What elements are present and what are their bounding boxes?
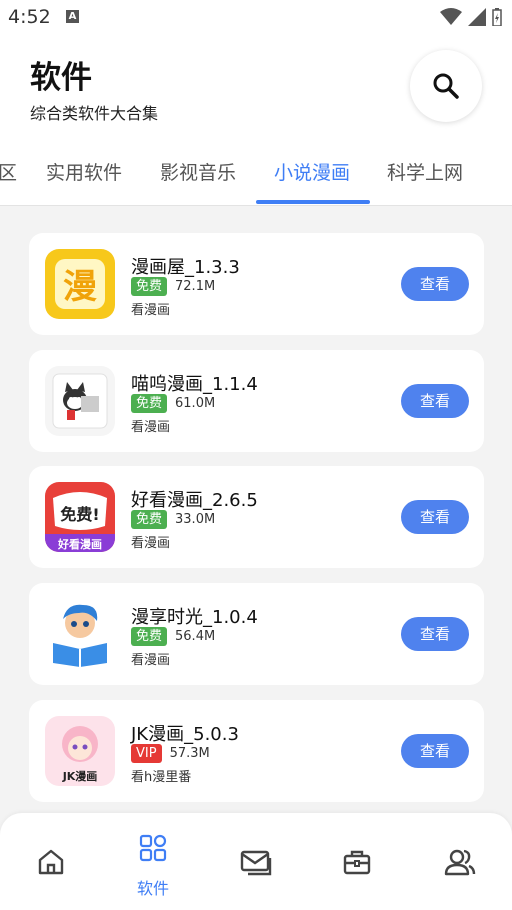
toolbox-icon (343, 850, 371, 875)
app-card[interactable]: 喵呜漫画_1.1.4 免费 61.0M 看漫画 查看 (29, 350, 484, 452)
app-name: 漫享时光_1.0.4 (131, 607, 258, 628)
tab-video-music[interactable]: 影视音乐 (160, 158, 236, 185)
app-category: 看漫画 (131, 303, 171, 318)
bottom-nav: 软件 (0, 813, 512, 910)
price-badge: 免费 (131, 277, 168, 296)
wifi-icon (440, 8, 462, 25)
vip-badge: VIP (131, 744, 162, 763)
grid-icon (139, 834, 167, 862)
view-button[interactable]: 查看 (401, 267, 469, 301)
header-divider (0, 205, 512, 206)
app-size: 72.1M (175, 279, 216, 294)
tab-novel-comic[interactable]: 小说漫画 (274, 158, 350, 185)
active-tab-indicator (256, 200, 370, 204)
svg-text:JK漫画: JK漫画 (62, 769, 98, 783)
app-size: 33.0M (175, 512, 216, 527)
tab-vpn[interactable]: 科学上网 (387, 158, 463, 185)
nav-profile[interactable] (408, 813, 510, 910)
nav-home[interactable] (0, 813, 102, 910)
app-icon-miaowu (45, 366, 115, 436)
app-category: 看漫画 (131, 420, 171, 435)
page-title: 软件 (30, 60, 92, 96)
users-icon (444, 849, 476, 876)
search-button[interactable] (410, 50, 482, 122)
view-button[interactable]: 查看 (401, 384, 469, 418)
page-subtitle: 综合类软件大合集 (30, 104, 159, 123)
view-button[interactable]: 查看 (401, 617, 469, 651)
status-time: 4:52 (8, 6, 51, 28)
svg-text:漫: 漫 (63, 267, 97, 307)
nav-software[interactable]: 软件 (102, 813, 204, 910)
svg-text:免费!: 免费! (60, 505, 99, 524)
page-header: 软件 综合类软件大合集 区 实用软件 影视音乐 小说漫画 科学上网 (0, 34, 512, 206)
app-card[interactable]: 漫享时光_1.0.4 免费 56.4M 看漫画 查看 (29, 583, 484, 685)
tab-partial[interactable]: 区 (0, 158, 17, 185)
nav-toolbox[interactable] (306, 813, 408, 910)
view-button[interactable]: 查看 (401, 500, 469, 534)
app-card[interactable]: JK漫画 JK漫画_5.0.3 VIP 57.3M 看h漫里番 查看 (29, 700, 484, 802)
price-badge: 免费 (131, 627, 168, 646)
app-icon-manhuawu: 漫 (45, 249, 115, 319)
app-icon-haokan: 免费! 好看漫画 (45, 482, 115, 552)
battery-icon (492, 8, 502, 26)
view-button[interactable]: 查看 (401, 734, 469, 768)
app-size: 61.0M (175, 396, 216, 411)
app-size: 56.4M (175, 629, 216, 644)
app-icon-jk: JK漫画 (45, 716, 115, 786)
status-bar: 4:52 A (0, 0, 512, 34)
status-icons (440, 8, 502, 26)
category-tabs: 区 实用软件 影视音乐 小说漫画 科学上网 (0, 154, 512, 206)
mail-icon (240, 850, 272, 876)
signal-icon (468, 8, 486, 26)
app-name: 好看漫画_2.6.5 (131, 490, 258, 511)
home-icon (38, 849, 64, 875)
app-name: 喵呜漫画_1.1.4 (131, 374, 258, 395)
app-size: 57.3M (169, 746, 210, 761)
search-icon (433, 73, 459, 99)
price-badge: 免费 (131, 510, 168, 529)
app-card[interactable]: 漫 漫画屋_1.3.3 免费 72.1M 看漫画 查看 (29, 233, 484, 335)
notification-icon: A (66, 10, 79, 23)
app-category: 看h漫里番 (131, 770, 192, 785)
app-name: 漫画屋_1.3.3 (131, 257, 240, 278)
nav-messages[interactable] (204, 813, 306, 910)
app-name: JK漫画_5.0.3 (131, 724, 239, 745)
nav-label-software: 软件 (136, 879, 169, 898)
tab-utility[interactable]: 实用软件 (46, 158, 122, 185)
app-category: 看漫画 (131, 536, 171, 551)
svg-text:好看漫画: 好看漫画 (57, 537, 102, 551)
app-icon-manxiang (45, 599, 115, 669)
price-badge: 免费 (131, 394, 168, 413)
app-category: 看漫画 (131, 653, 171, 668)
app-card[interactable]: 免费! 好看漫画 好看漫画_2.6.5 免费 33.0M 看漫画 查看 (29, 466, 484, 568)
